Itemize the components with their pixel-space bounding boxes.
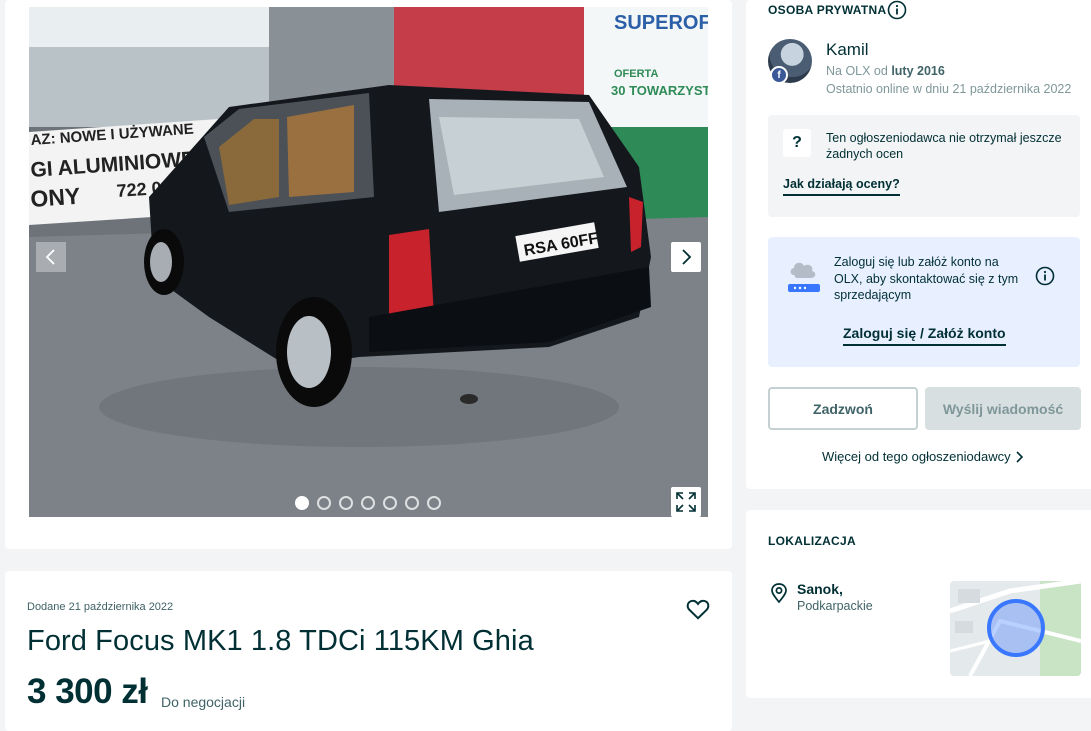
seller-since: Na OLX od luty 2016 [826, 64, 945, 78]
price: 3 300 zł [27, 672, 148, 711]
heart-icon [686, 599, 710, 620]
facebook-icon: f [770, 66, 788, 84]
more-from-seller-label: Więcej od tego ogłoszeniodawcy [822, 449, 1011, 464]
chevron-right-icon [682, 249, 692, 265]
info-icon[interactable] [887, 0, 907, 20]
chevron-left-icon [45, 249, 55, 265]
question-icon: ? [783, 129, 811, 157]
listing-photo[interactable]: SUPEROFE OFERTA 30 TOWARZYSTW AZ: NOWE I… [29, 7, 708, 517]
seller-card: OSOBA PRYWATNA f Kamil Na OLX od luty 20… [746, 0, 1091, 489]
seller-section-title: OSOBA PRYWATNA [768, 3, 887, 17]
previous-photo-button[interactable] [36, 242, 66, 272]
pagination-dot[interactable] [405, 496, 419, 510]
sign-text-offer-2: 30 TOWARZYSTW [611, 83, 708, 98]
info-icon[interactable] [1035, 266, 1055, 286]
pagination-dot[interactable] [383, 496, 397, 510]
seller-last-online: Ostatnio online w dniu 21 października 2… [826, 82, 1072, 96]
location-city: Sanok, [797, 581, 843, 597]
call-button[interactable]: Zadzwoń [768, 387, 918, 430]
pagination-dot[interactable] [361, 496, 375, 510]
location-pin-icon [771, 583, 787, 604]
listing-info-card: Dodane 21 października 2022 Ford Focus M… [5, 571, 732, 731]
listing-title: Ford Focus MK1 1.8 TDCi 115KM Ghia [27, 625, 534, 657]
car-photo-illustration: SUPEROFE OFERTA 30 TOWARZYSTW AZ: NOWE I… [29, 7, 708, 517]
chevron-right-icon [1016, 450, 1023, 463]
negotiable-label: Do negocjacji [161, 694, 246, 710]
seller-since-prefix: Na OLX od [826, 64, 892, 78]
send-message-button[interactable]: Wyślij wiadomość [925, 387, 1081, 430]
ratings-text: Ten ogłoszeniodawca nie otrzymał jeszcze… [826, 131, 1062, 161]
next-photo-button[interactable] [671, 242, 701, 272]
login-prompt-box: Zaloguj się lub załóż konto na OLX, aby … [768, 237, 1080, 367]
pagination-dot[interactable] [427, 496, 441, 510]
map-thumbnail[interactable] [950, 581, 1081, 676]
photo-pagination-dots [295, 496, 441, 510]
seller-name[interactable]: Kamil [826, 40, 869, 60]
pagination-dot[interactable] [317, 496, 331, 510]
login-register-link[interactable]: Zaloguj się / Załóż konto [843, 325, 1006, 346]
location-card: LOKALIZACJA Sanok, Podkarpackie [746, 510, 1091, 698]
ratings-info-link[interactable]: Jak działają oceny? [783, 177, 900, 196]
sign-text-offer-1: OFERTA [614, 68, 658, 80]
fullscreen-button[interactable] [671, 487, 701, 517]
location-region: Podkarpackie [797, 599, 873, 613]
pagination-dot[interactable] [339, 496, 353, 510]
map-illustration [950, 581, 1081, 676]
expand-icon [676, 492, 696, 512]
added-date: Dodane 21 października 2022 [27, 601, 174, 613]
favorite-button[interactable] [685, 596, 711, 622]
seller-since-date: luty 2016 [891, 64, 945, 78]
location-section-title: LOKALIZACJA [768, 534, 856, 548]
more-from-seller-link[interactable]: Więcej od tego ogłoszeniodawcy [822, 449, 1024, 464]
sign-text-top: SUPEROFE [614, 12, 708, 34]
sign-text-left-3: ONY [30, 183, 82, 212]
ratings-box: ? Ten ogłoszeniodawca nie otrzymał jeszc… [768, 115, 1080, 217]
gallery-card: SUPEROFE OFERTA 30 TOWARZYSTW AZ: NOWE I… [5, 0, 732, 549]
chat-cloud-icon [788, 262, 820, 292]
pagination-dot[interactable] [295, 496, 309, 510]
login-prompt-text: Zaloguj się lub załóż konto na OLX, aby … [834, 255, 1019, 302]
